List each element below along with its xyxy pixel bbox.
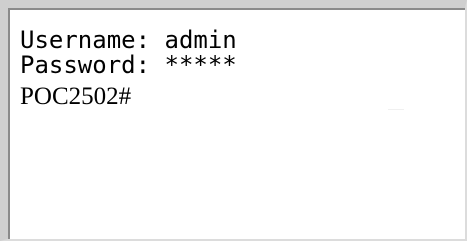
terminal-output[interactable]: Username: admin Password: ***** POC2502# (8, 8, 465, 239)
username-value: admin (164, 26, 237, 54)
command-prompt[interactable]: POC2502# (20, 83, 465, 111)
faint-artifact (388, 109, 404, 110)
password-value: ***** (164, 51, 237, 79)
username-line: Username: admin (20, 28, 465, 53)
password-label: Password: (20, 51, 151, 79)
terminal-window[interactable]: Username: admin Password: ***** POC2502# (0, 0, 467, 241)
username-label: Username: (20, 26, 151, 54)
password-line: Password: ***** (20, 53, 465, 78)
